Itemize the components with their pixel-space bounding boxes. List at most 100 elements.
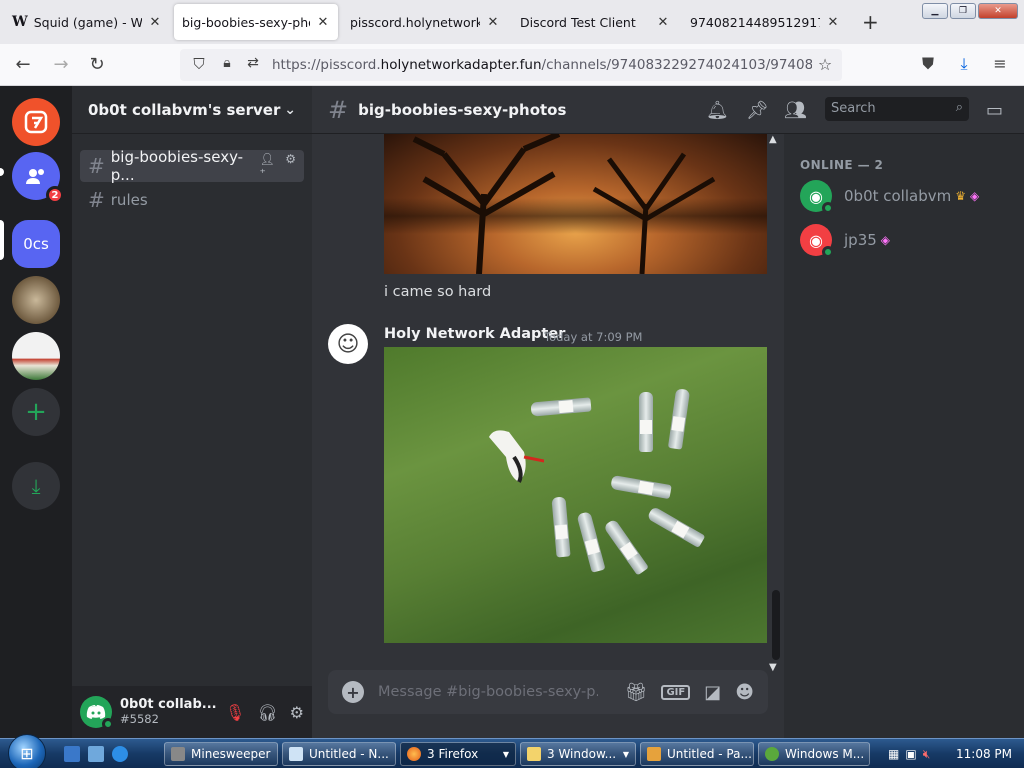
display-icon[interactable]: ▣ xyxy=(905,747,916,761)
tab-png[interactable]: 974082144895129178.png ✕ xyxy=(682,4,848,40)
tab-active-channel[interactable]: big-boobies-sexy-photos ✕ xyxy=(174,4,338,40)
channel-settings-icon[interactable]: ⚙ xyxy=(285,152,296,180)
member-item-jp35[interactable]: ◉ jp35 ◈ xyxy=(800,222,890,258)
tab-close-icon[interactable]: ✕ xyxy=(148,15,162,30)
server-header[interactable]: 0b0t collabvm's server ⌄ xyxy=(72,86,312,134)
tab-close-icon[interactable]: ✕ xyxy=(826,15,840,30)
clock[interactable]: 11:08 PM xyxy=(956,747,1012,761)
url-text[interactable]: https://pisscord.holynetworkadapter.fun/… xyxy=(272,57,812,73)
direct-messages-icon[interactable]: 2 xyxy=(12,152,64,204)
member-item-0b0t-collabvm[interactable]: ◉ 0b0t collabvm ♛ ◈ xyxy=(800,178,979,214)
inbox-icon[interactable]: ▭ xyxy=(986,100,1003,121)
taskbar-item-windows[interactable]: 3 Window... ▼ xyxy=(520,742,636,766)
server-icon-image-1[interactable] xyxy=(12,276,60,324)
start-button[interactable]: ⊞ xyxy=(8,734,46,768)
reload-icon[interactable]: ↻ xyxy=(86,54,108,75)
permissions-icon[interactable]: ⇄ xyxy=(242,55,264,71)
taskbar-item-paint[interactable]: Untitled - Pa... xyxy=(640,742,754,766)
system-tray: ▦ ▣ 🔇︎ 11:08 PM xyxy=(884,742,1024,766)
tab-close-icon[interactable]: ✕ xyxy=(486,15,500,30)
downloads-icon[interactable]: ⤓ xyxy=(953,54,975,74)
server-icon-image-2[interactable] xyxy=(12,332,60,380)
user-tag: #5582 xyxy=(120,712,159,726)
pinned-messages-icon[interactable]: 📌︎ xyxy=(746,100,769,121)
minimize-icon[interactable]: ▁ xyxy=(922,3,948,19)
lock-icon[interactable]: 🔒︎ xyxy=(216,55,238,71)
member-list-icon[interactable]: 👥︎ xyxy=(784,100,807,121)
user-name: 0b0t collab... xyxy=(120,697,217,712)
gift-icon[interactable]: 🎁︎ xyxy=(625,682,648,703)
headphones-icon[interactable]: 🎧︎ xyxy=(257,703,277,722)
server-0cs[interactable]: 0cs xyxy=(12,220,60,268)
switch-windows-icon[interactable] xyxy=(88,746,104,762)
chevron-down-icon[interactable]: ⌄ xyxy=(284,102,296,118)
menu-icon[interactable]: ≡ xyxy=(989,54,1011,73)
bookmark-star-icon[interactable]: ☆ xyxy=(814,55,836,74)
channel-item-rules[interactable]: # rules xyxy=(80,184,304,216)
taskbar-item-notepad[interactable]: Untitled - N... xyxy=(282,742,396,766)
maximize-icon[interactable]: ❐ xyxy=(950,3,976,19)
tab-discord-test-client[interactable]: Discord Test Client ✕ xyxy=(512,4,678,40)
bottle-shape xyxy=(530,397,592,417)
url-bar[interactable]: ⛉ 🔒︎ ⇄ https://pisscord.holynetworkadapt… xyxy=(180,49,842,81)
message-author[interactable]: Holy Network Adapter xyxy=(384,326,565,342)
message-image-bottles-on-grass[interactable] xyxy=(384,347,767,643)
member-name: 0b0t collabvm xyxy=(844,187,952,205)
search-input[interactable]: Search ⌕ xyxy=(825,97,969,121)
discord-logo-icon: ◉ xyxy=(809,230,823,250)
create-invite-icon[interactable]: 👤︎⁺ xyxy=(259,152,279,180)
tab-label: big-boobies-sexy-photos xyxy=(182,14,310,30)
scroll-thumb[interactable] xyxy=(772,590,780,660)
channel-title: big-boobies-sexy-photos xyxy=(358,100,567,119)
nitro-boost-icon: ◈ xyxy=(970,189,980,203)
close-window-icon[interactable]: ✕ xyxy=(978,3,1018,19)
message-image-trees-sunset[interactable] xyxy=(384,134,767,274)
avatar[interactable] xyxy=(80,696,114,730)
notification-bell-icon[interactable]: 🔔︎ xyxy=(706,100,729,121)
message-composer[interactable]: + Message #big-boobies-sexy-p... 🎁︎ GIF … xyxy=(328,670,768,714)
bottle-shape xyxy=(646,505,706,549)
scroll-up-icon[interactable]: ▲ xyxy=(769,134,777,145)
sticker-icon[interactable]: ◪ xyxy=(704,682,721,703)
gif-button[interactable]: GIF xyxy=(661,684,691,700)
user-settings-icon[interactable]: ⚙ xyxy=(290,703,304,722)
network-icon[interactable]: ▦ xyxy=(888,747,899,761)
search-icon: ⌕ xyxy=(955,100,963,115)
pocket-icon[interactable]: ⛊ xyxy=(917,54,939,74)
new-tab-icon[interactable]: + xyxy=(862,12,879,32)
mute-mic-icon[interactable]: 🎙︎ xyxy=(225,703,245,722)
taskbar-item-minesweeper[interactable]: Minesweeper xyxy=(164,742,278,766)
pisscord-home-icon[interactable] xyxy=(12,98,60,146)
download-apps-icon[interactable]: ⤓ xyxy=(12,462,60,510)
bottle-shape xyxy=(639,392,653,452)
scroll-down-icon[interactable]: ▼ xyxy=(769,662,777,673)
tab-close-icon[interactable]: ✕ xyxy=(316,15,330,30)
shield-icon[interactable]: ⛉ xyxy=(188,55,210,73)
forward-icon[interactable]: → xyxy=(50,54,72,75)
bottle-shape xyxy=(576,511,606,573)
avatar[interactable]: ☺ xyxy=(328,324,368,364)
back-icon[interactable]: ← xyxy=(12,54,34,75)
server-name: 0b0t collabvm's server xyxy=(88,100,281,119)
tab-pisscord[interactable]: pisscord.holynetworkadapter.fun ✕ xyxy=(342,4,508,40)
upload-plus-icon[interactable]: + xyxy=(342,681,364,703)
volume-muted-icon[interactable]: 🔇︎ xyxy=(923,747,931,762)
tab-close-icon[interactable]: ✕ xyxy=(656,15,670,30)
server-acronym: 0cs xyxy=(23,235,49,253)
show-desktop-icon[interactable] xyxy=(64,746,80,762)
tab-wikipedia[interactable]: W Squid (game) - Wikipedia ✕ xyxy=(4,4,170,40)
discord-logo-icon xyxy=(86,705,106,719)
emoji-icon[interactable]: ☻ xyxy=(735,682,754,703)
message-input[interactable]: Message #big-boobies-sexy-p... xyxy=(378,684,598,700)
taskbar-item-media-player[interactable]: Windows M... xyxy=(758,742,870,766)
selected-pill xyxy=(0,220,4,260)
minesweeper-icon xyxy=(171,747,185,761)
chevron-down-icon: ▼ xyxy=(502,749,509,759)
message-list[interactable]: i came so hard ☺ Holy Network Adapter To… xyxy=(312,134,784,660)
add-server-icon[interactable]: + xyxy=(12,388,60,436)
internet-explorer-icon[interactable] xyxy=(112,746,128,762)
channel-sidebar: 0b0t collabvm's server ⌄ # big-boobies-s… xyxy=(72,86,312,738)
nitro-boost-icon: ◈ xyxy=(880,233,891,247)
channel-item-big-boobies[interactable]: # big-boobies-sexy-p... 👤︎⁺ ⚙ xyxy=(80,148,304,184)
taskbar-item-firefox[interactable]: 3 Firefox ▼ xyxy=(400,742,516,766)
